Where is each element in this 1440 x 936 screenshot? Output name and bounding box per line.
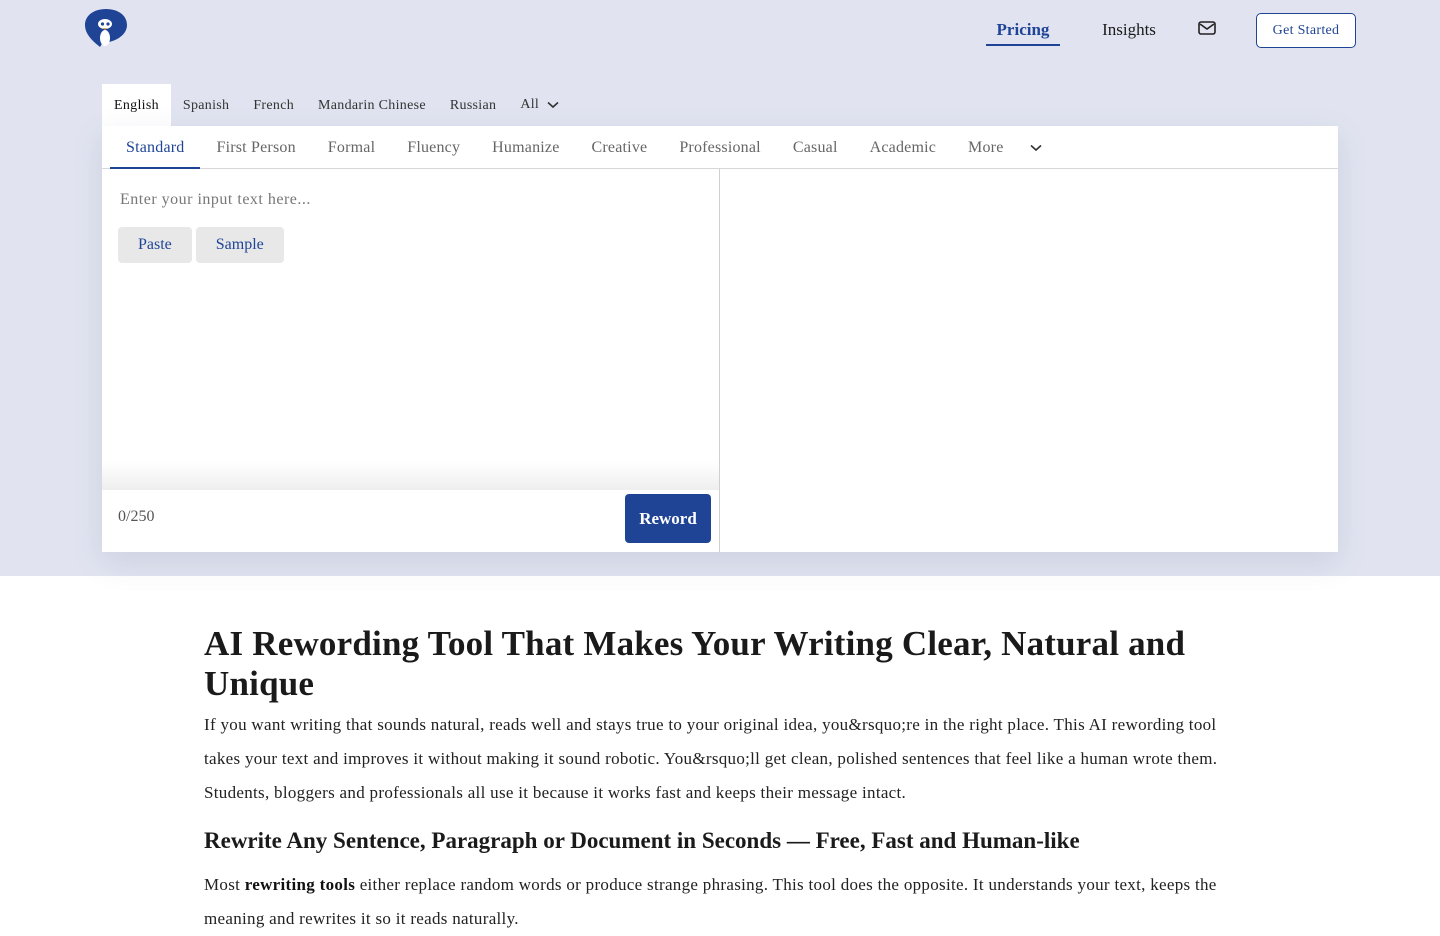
lang-tab-french[interactable]: French: [241, 84, 306, 126]
rewriting-tools-link[interactable]: rewriting tools: [245, 875, 355, 894]
mode-tab-academic[interactable]: Academic: [854, 126, 952, 169]
article-title: AI Rewording Tool That Makes Your Writin…: [204, 624, 1186, 703]
lang-tab-all[interactable]: All: [508, 84, 571, 126]
get-started-button[interactable]: Get Started: [1256, 13, 1356, 48]
mode-tab-professional[interactable]: Professional: [663, 126, 777, 169]
mode-more-label: More: [968, 138, 1004, 156]
mode-tab-standard[interactable]: Standard: [110, 126, 201, 169]
char-counter: 0/250: [118, 508, 155, 525]
article-paragraph: Most rewriting tools either replace rand…: [204, 868, 1244, 936]
language-tabs: English Spanish French Mandarin Chinese …: [102, 84, 571, 126]
mode-tab-fluency[interactable]: Fluency: [391, 126, 476, 169]
chevron-down-icon: [547, 101, 559, 109]
mode-tabs: Standard First Person Formal Fluency Hum…: [102, 126, 1338, 169]
mode-tab-first-person[interactable]: First Person: [200, 126, 311, 169]
lang-all-label: All: [520, 97, 540, 112]
output-pane: [720, 169, 1338, 552]
mode-tab-humanize[interactable]: Humanize: [476, 126, 575, 169]
mail-icon[interactable]: [1196, 18, 1218, 38]
nav-insights-link[interactable]: Insights: [1094, 14, 1164, 46]
hero-section: Pricing Insights Get Started English Spa…: [0, 0, 1440, 576]
lang-tab-spanish[interactable]: Spanish: [171, 84, 241, 126]
article: AI Rewording Tool That Makes Your Writin…: [204, 624, 1244, 936]
sample-button[interactable]: Sample: [195, 227, 284, 263]
mode-tab-more[interactable]: More: [952, 126, 1057, 169]
p2-rest: either replace random words or produce s…: [204, 875, 1217, 928]
article-subtitle: Rewrite Any Sentence, Paragraph or Docum…: [204, 828, 1080, 853]
nav-pricing-link[interactable]: Pricing: [986, 14, 1060, 46]
input-fade: [102, 462, 719, 490]
mode-tab-creative[interactable]: Creative: [576, 126, 664, 169]
chevron-down-icon: [1029, 144, 1042, 151]
penguin-logo-icon[interactable]: [84, 8, 128, 48]
input-textarea[interactable]: [102, 169, 719, 489]
lang-tab-english[interactable]: English: [102, 84, 171, 126]
lang-tab-russian[interactable]: Russian: [438, 84, 508, 126]
article-intro: If you want writing that sounds natural,…: [204, 715, 1218, 802]
reword-button[interactable]: Reword: [625, 494, 711, 543]
mode-tab-casual[interactable]: Casual: [777, 126, 854, 169]
lang-tab-mandarin-chinese[interactable]: Mandarin Chinese: [306, 84, 438, 126]
mode-tab-formal[interactable]: Formal: [312, 126, 391, 169]
paste-button[interactable]: Paste: [118, 227, 192, 263]
input-actions: Paste Sample: [118, 227, 284, 263]
editor-card: Standard First Person Formal Fluency Hum…: [102, 126, 1338, 552]
p2-prefix: Most: [204, 875, 245, 894]
